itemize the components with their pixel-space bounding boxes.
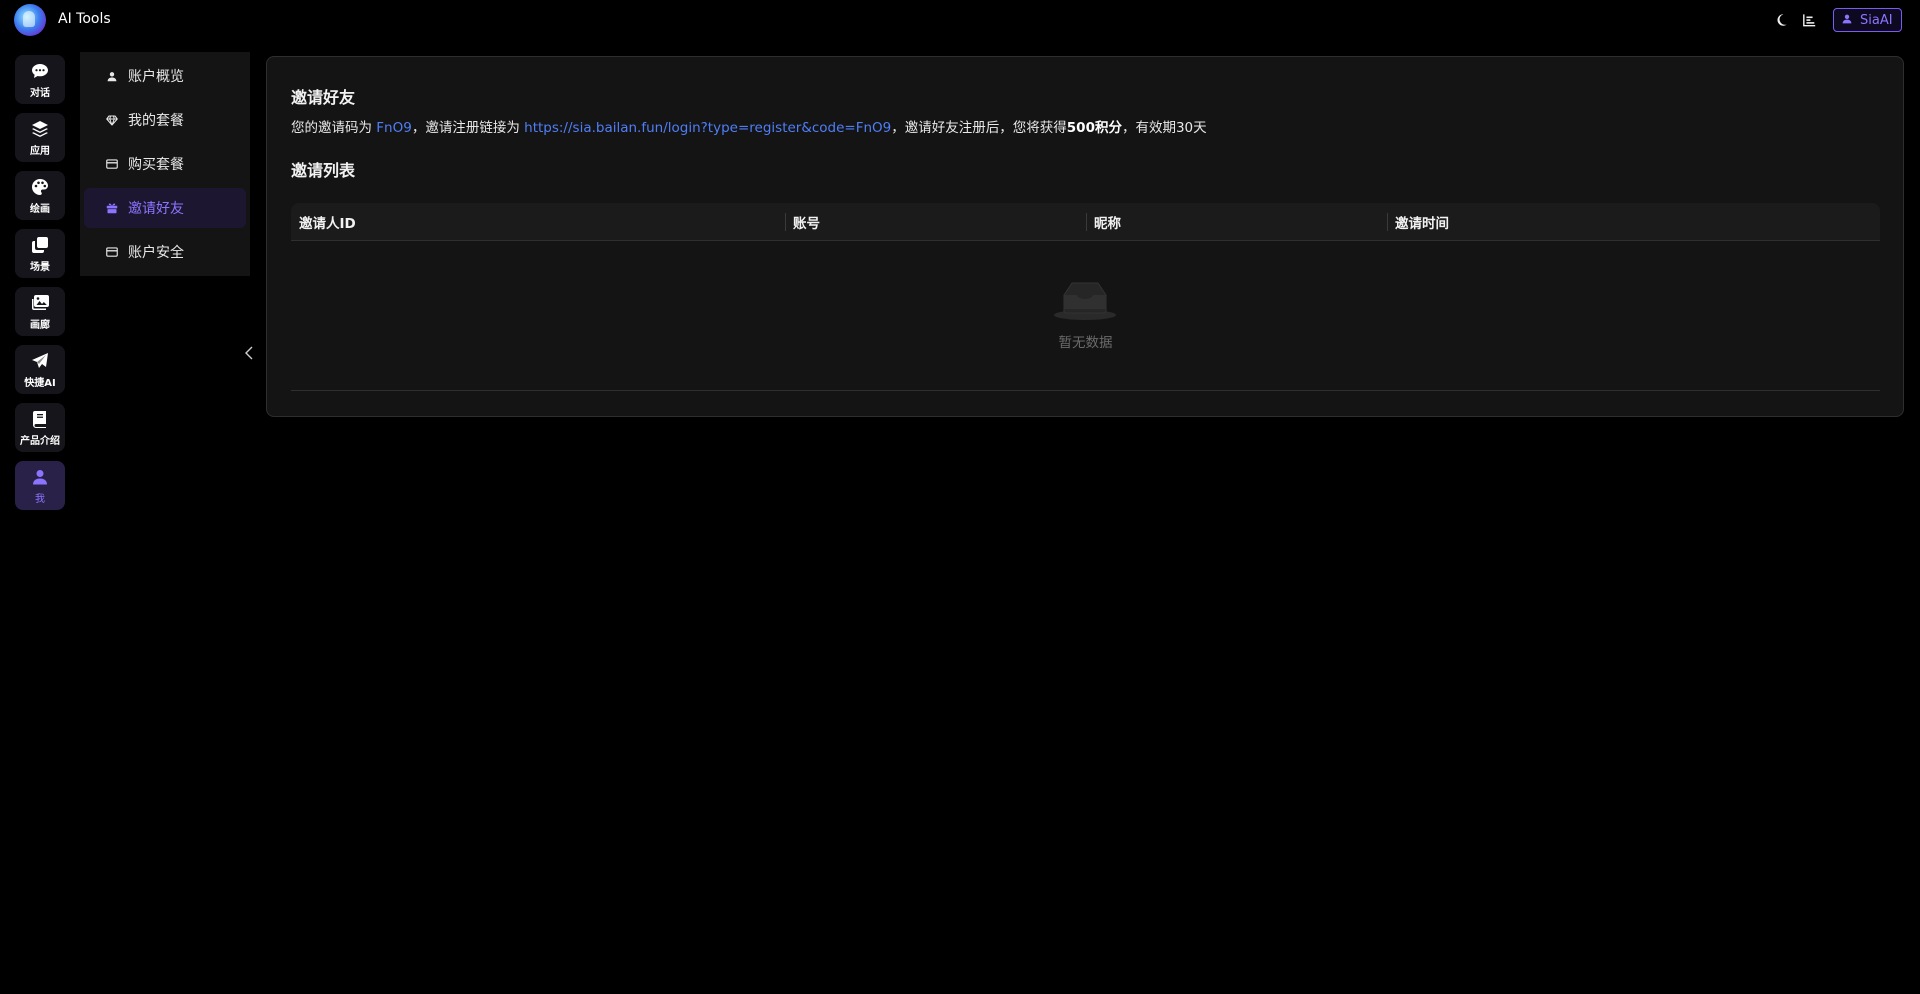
invite-list-title: 邀请列表 [291,161,356,180]
user-icon [106,70,118,82]
subnav-item-label: 我的套餐 [128,113,184,129]
rail-item-label: 应用 [30,145,50,157]
invite-suffix: ，有效期30天 [1121,120,1207,136]
rail-item-label: 对话 [30,87,50,99]
card-icon [106,158,118,170]
subnav-item-buy-plan[interactable]: 购买套餐 [84,144,246,184]
subnav-item-label: 购买套餐 [128,157,184,173]
page-title: 邀请好友 [291,88,356,107]
invite-card: 邀请好友 您的邀请码为 FnO9，邀请注册链接为 https://sia.bai… [266,56,1904,417]
rail-item-scenes[interactable]: 场景 [15,229,65,278]
column-header-account: 账号 [785,203,1086,241]
empty-inbox-icon [1054,279,1116,321]
book-icon [30,409,50,429]
column-header-nickname: 昵称 [1086,203,1387,241]
collapse-sidebar-button[interactable] [242,345,256,363]
gift-icon [106,202,118,214]
table-header: 邀请人ID 账号 昵称 邀请时间 [291,203,1880,241]
invite-reward: 500积分 [1066,120,1122,136]
rail-item-label: 绘画 [30,203,50,215]
rail-item-label: 画廊 [30,319,50,331]
rail-item-gallery[interactable]: 画廊 [15,287,65,336]
column-header-inviter-id: 邀请人ID [299,215,356,232]
user-name: SiaAI [1860,12,1893,28]
subnav-item-label: 账户安全 [128,245,184,261]
clone-icon [30,235,50,255]
left-rail: 对话 应用 绘画 场景 画廊 快捷AI 产品介绍 我 [15,55,65,519]
rail-item-chat[interactable]: 对话 [15,55,65,104]
user-icon [1842,13,1852,28]
invite-mid: ，邀请注册链接为 [411,120,525,136]
invite-description: 您的邀请码为 FnO9，邀请注册链接为 https://sia.bailan.f… [291,116,1207,136]
card-icon [106,246,118,258]
rail-item-product-intro[interactable]: 产品介绍 [15,403,65,452]
images-icon [30,293,50,313]
chat-icon [30,61,50,81]
diamond-icon [106,114,118,126]
invite-link[interactable]: https://sia.bailan.fun/login?type=regist… [524,120,891,136]
chart-icon[interactable] [1801,12,1817,28]
subnav-item-label: 账户概览 [128,69,184,85]
column-header-invite-time: 邀请时间 [1387,203,1880,241]
subnav-item-security[interactable]: 账户安全 [84,232,246,272]
empty-text: 暂无数据 [1058,335,1113,351]
chevron-left-icon [245,345,253,364]
palette-icon [30,177,50,197]
invite-prefix: 您的邀请码为 [291,120,377,136]
invite-mid2: ，邀请好友注册后，您将获得 [891,120,1067,136]
user-menu-button[interactable]: SiaAI [1833,8,1902,32]
rail-item-label: 场景 [30,261,50,273]
user-icon [30,467,50,487]
rail-item-label: 我 [35,493,45,505]
moon-icon[interactable] [1773,12,1789,28]
app-title: AI Tools [58,11,111,27]
layers-icon [30,119,50,139]
subnav-item-my-plan[interactable]: 我的套餐 [84,100,246,140]
rail-item-label: 快捷AI [24,377,56,389]
rail-item-paint[interactable]: 绘画 [15,171,65,220]
rail-item-label: 产品介绍 [20,435,60,447]
logo-icon[interactable] [14,4,46,36]
rail-item-apps[interactable]: 应用 [15,113,65,162]
subnav-item-label: 邀请好友 [128,201,184,217]
account-subnav: 账户概览 我的套餐 购买套餐 邀请好友 账户安全 [80,52,250,276]
subnav-item-invite[interactable]: 邀请好友 [84,188,246,228]
subnav-item-overview[interactable]: 账户概览 [84,56,246,96]
table-empty-state: 暂无数据 [291,241,1880,391]
paper-plane-icon [30,351,50,371]
top-header: AI Tools SiaAI [0,0,1920,42]
invite-code[interactable]: FnO9 [376,120,412,136]
rail-item-me[interactable]: 我 [15,461,65,510]
rail-item-quick-ai[interactable]: 快捷AI [15,345,65,394]
invite-table: 邀请人ID 账号 昵称 邀请时间 暂无数据 [291,203,1880,391]
